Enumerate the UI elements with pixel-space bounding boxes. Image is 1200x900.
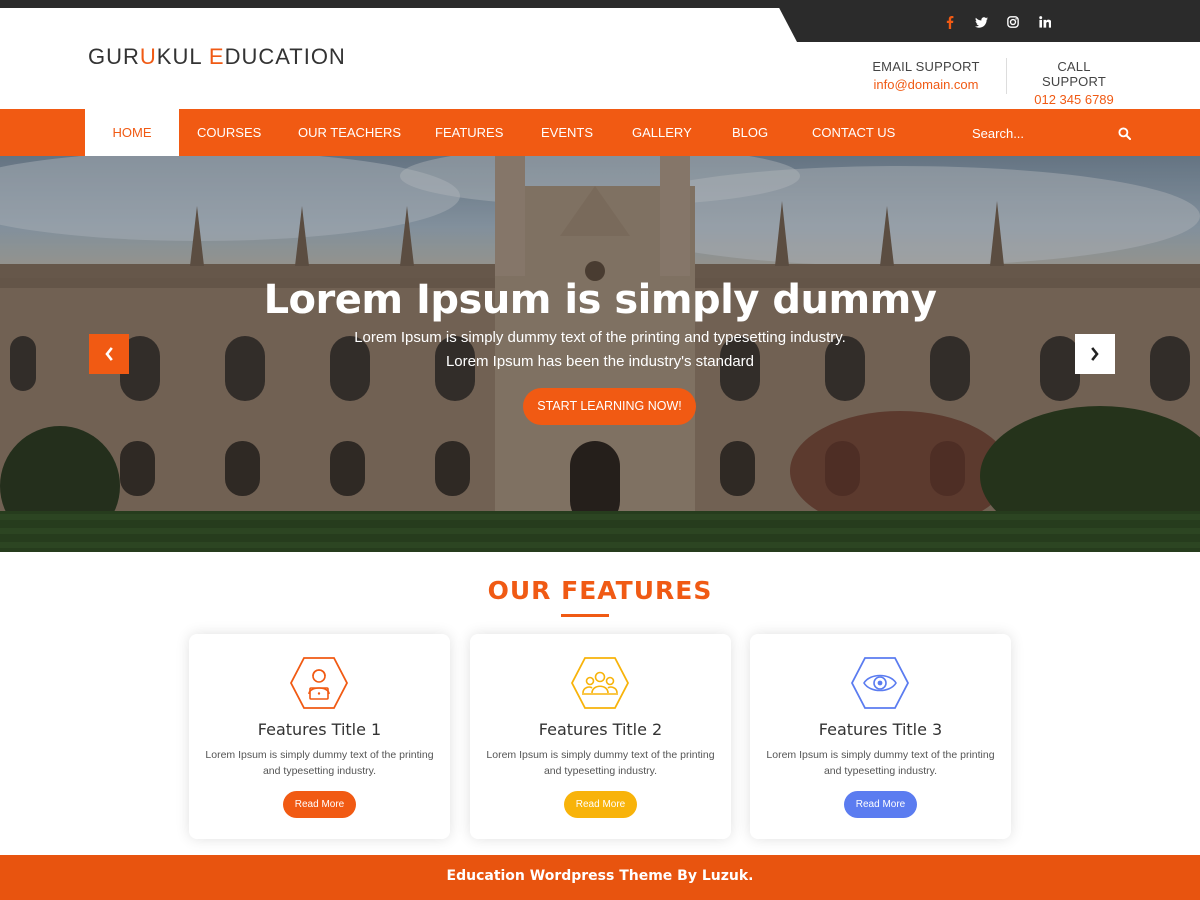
feature-card-1: Features Title 1 Lorem Ipsum is simply d… — [189, 634, 450, 839]
site-logo[interactable]: GURUKUL EDUCATION — [88, 44, 346, 70]
feature-description-line: and typesetting industry. — [262, 765, 377, 777]
eye-icon — [850, 657, 910, 709]
feature-description-line: and typesetting industry. — [543, 765, 658, 777]
feature-description: Lorem Ipsum is simply dummy text of the … — [762, 747, 999, 779]
nav-item-gallery[interactable]: GALLERY — [632, 109, 692, 156]
instagram-icon[interactable] — [1003, 12, 1023, 32]
support-divider — [1006, 58, 1007, 94]
hero-subtitle-line-1: Lorem Ipsum is simply dummy text of the … — [354, 329, 846, 346]
feature-card-2: Features Title 2 Lorem Ipsum is simply d… — [470, 634, 731, 839]
features-underline — [561, 614, 609, 617]
logo-text: DUCATION — [224, 44, 346, 69]
call-support: CALL SUPPORT 012 345 6789 — [1024, 59, 1124, 107]
main-nav: HOME COURSES OUR TEACHERS FEATURES EVENT… — [0, 109, 1200, 156]
feature-title: Features Title 3 — [818, 720, 943, 739]
nav-item-our-teachers[interactable]: OUR TEACHERS — [298, 109, 401, 156]
call-support-label: CALL SUPPORT — [1041, 59, 1106, 89]
chevron-left-icon — [105, 347, 113, 361]
nav-item-contact-us[interactable]: CONTACT US — [812, 109, 895, 156]
feature-title: Features Title 2 — [538, 720, 663, 739]
footer-credit: Education Wordpress Theme By Luzuk. — [0, 855, 1200, 900]
logo-text: GUR — [88, 44, 140, 69]
read-more-button[interactable]: Read More — [844, 791, 917, 818]
feature-description-line: Lorem Ipsum is simply dummy text of the … — [205, 749, 434, 761]
search-icon[interactable] — [1114, 123, 1134, 143]
feature-description: Lorem Ipsum is simply dummy text of the … — [482, 747, 719, 779]
read-more-button[interactable]: Read More — [564, 791, 637, 818]
nav-item-features[interactable]: FEATURES — [435, 109, 503, 156]
feature-description-line: and typesetting industry. — [823, 765, 938, 777]
features-heading: OUR FEATURES — [487, 576, 713, 605]
nav-item-home[interactable]: HOME — [85, 109, 179, 156]
chevron-right-icon — [1091, 347, 1099, 361]
email-support-label: EMAIL SUPPORT — [872, 59, 980, 74]
call-support-value[interactable]: 012 345 6789 — [1024, 92, 1124, 107]
logo-text: KUL — [156, 44, 209, 69]
feature-title: Features Title 1 — [257, 720, 382, 739]
feature-description-line: Lorem Ipsum is simply dummy text of the … — [486, 749, 715, 761]
start-learning-button[interactable]: START LEARNING NOW! — [523, 388, 696, 425]
logo-accent: E — [208, 44, 225, 69]
group-users-icon — [570, 657, 630, 709]
feature-description: Lorem Ipsum is simply dummy text of the … — [201, 747, 438, 779]
slider-next-button[interactable] — [1075, 334, 1115, 374]
twitter-icon[interactable] — [971, 12, 991, 32]
read-more-button[interactable]: Read More — [283, 791, 356, 818]
nav-item-events[interactable]: EVENTS — [541, 109, 593, 156]
student-laptop-icon — [289, 657, 349, 709]
hero-title: Lorem Ipsum is simply dummy — [263, 277, 937, 323]
search-box — [962, 121, 1137, 145]
facebook-icon[interactable] — [940, 12, 960, 32]
email-support: EMAIL SUPPORT info@domain.com — [866, 59, 986, 92]
nav-item-courses[interactable]: COURSES — [197, 109, 261, 156]
logo-accent: U — [139, 44, 157, 69]
linkedin-icon[interactable] — [1035, 12, 1055, 32]
nav-item-blog[interactable]: BLOG — [732, 109, 768, 156]
search-input[interactable] — [962, 121, 1112, 145]
feature-description-line: Lorem Ipsum is simply dummy text of the … — [766, 749, 995, 761]
email-support-value[interactable]: info@domain.com — [866, 77, 986, 92]
slider-prev-button[interactable] — [89, 334, 129, 374]
feature-card-3: Features Title 3 Lorem Ipsum is simply d… — [750, 634, 1011, 839]
hero-subtitle-line-2: Lorem Ipsum has been the industry's stan… — [445, 353, 755, 370]
